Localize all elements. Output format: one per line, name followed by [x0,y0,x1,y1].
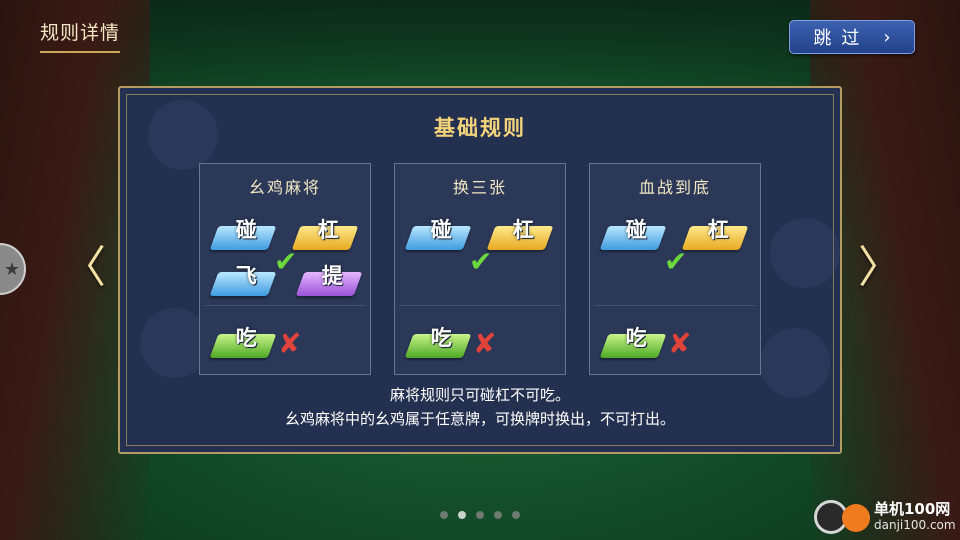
card-title: 幺鸡麻将 [248,178,321,197]
card-title: 血战到底 [638,178,711,197]
tile-label: 提 [321,264,343,288]
cross-icon: ✘ [473,327,497,360]
flower-decoration [770,218,840,288]
skip-button[interactable]: 跳过 › [789,20,915,54]
cross-icon: ✘ [668,327,692,360]
star-icon: ★ [3,258,21,280]
tile-label: 杠 [707,218,729,242]
page-dot-active[interactable] [458,511,466,519]
tile-label: 碰 [235,218,257,242]
tile-ti: 提 [295,264,363,296]
chevron-right-icon: › [883,26,891,48]
tile-gang: 杠 [486,218,554,250]
check-icon: ✔ [469,245,493,278]
rules-panel: 基础规则 幺鸡麻将 碰 杠 飞 提 ✔ 吃 ✘ 换三张 碰 杠 ✔ 吃 ✘ 血战… [118,86,842,454]
tile-chi: 吃 [599,326,667,358]
rule-card: 血战到底 碰 杠 ✔ 吃 ✘ [589,163,761,375]
card-divider [204,305,366,306]
tile-gang: 杠 [681,218,749,250]
watermark-logo-icon [842,504,870,532]
page-dot[interactable] [494,511,502,519]
tile-chi: 吃 [209,326,277,358]
tile-label: 杠 [317,218,339,242]
chevron-left-icon[interactable]: 〈 [62,246,106,290]
watermark-name: 单机100网 [874,500,951,518]
page-title: 规则详情 [40,18,121,53]
check-icon: ✔ [664,245,688,278]
tile-label: 杠 [512,218,534,242]
rule-description-line1: 麻将规则只可碰杠不可吃。 [389,386,570,404]
page-dot[interactable] [440,511,448,519]
chevron-right-icon[interactable]: 〉 [858,246,902,290]
tile-label: 吃 [625,326,647,350]
tile-chi: 吃 [404,326,472,358]
tile-peng: 碰 [404,218,472,250]
tile-label: 吃 [430,326,452,350]
tile-label: 碰 [625,218,647,242]
rule-card: 换三张 碰 杠 ✔ 吃 ✘ [394,163,566,375]
check-icon: ✔ [274,245,298,278]
panel-title: 基础规则 [434,116,526,140]
tile-gang: 杠 [291,218,359,250]
tile-label: 碰 [430,218,452,242]
tile-peng: 碰 [209,218,277,250]
watermark-url: danji100.com [874,518,956,532]
card-divider [399,305,561,306]
tile-fei: 飞 [209,264,277,296]
page-dot[interactable] [512,511,520,519]
watermark: 单机100网 danji100.com [810,494,960,540]
rule-description-line2: 幺鸡麻将中的幺鸡属于任意牌，可换牌时换出，不可打出。 [284,410,675,428]
tile-label: 飞 [235,264,257,288]
page-dot[interactable] [476,511,484,519]
rule-card: 幺鸡麻将 碰 杠 飞 提 ✔ 吃 ✘ [199,163,371,375]
tile-peng: 碰 [599,218,667,250]
cross-icon: ✘ [278,327,302,360]
card-title: 换三张 [452,178,507,197]
tile-label: 吃 [235,326,257,350]
skip-label: 跳过 [813,28,870,49]
card-divider [594,305,756,306]
